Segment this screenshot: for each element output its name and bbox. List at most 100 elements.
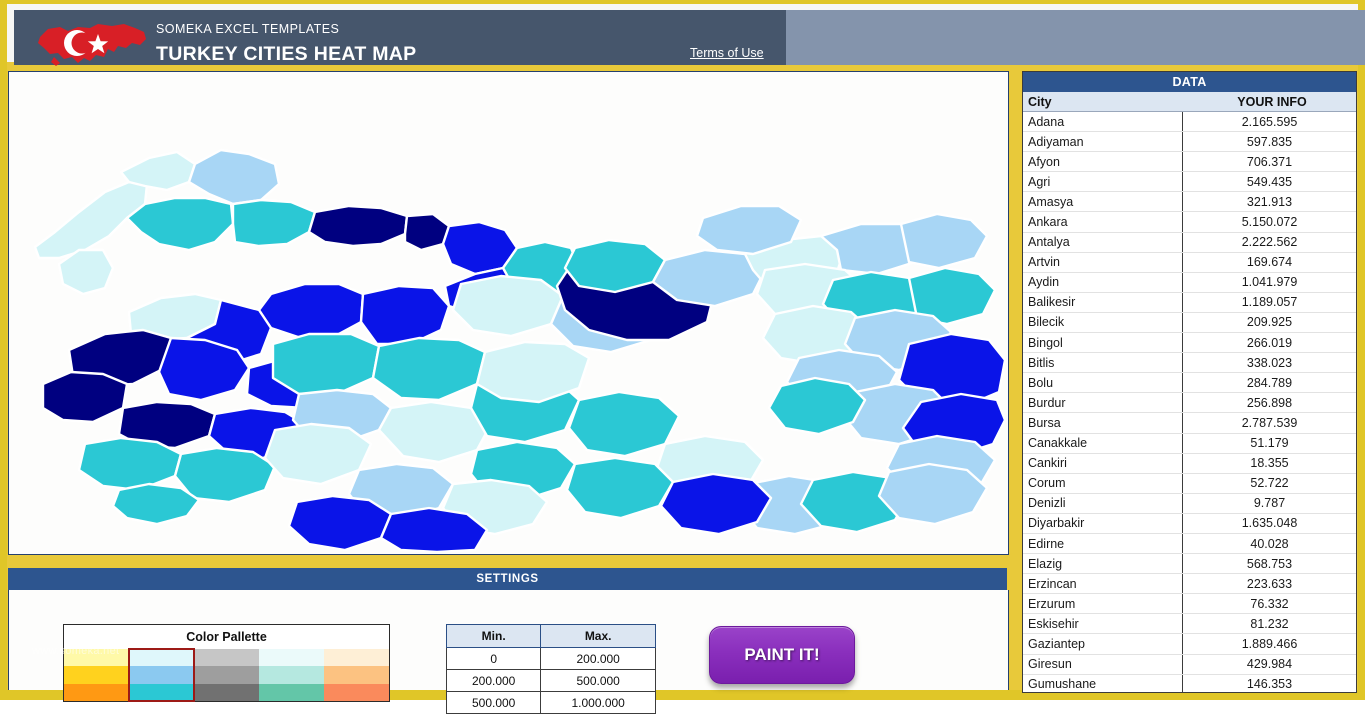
data-rows[interactable]: Adana 2.165.595 Adiyaman 597.835 Afyon 706.37… [1023,112,1356,692]
cell-value[interactable]: 223.633 [1183,574,1356,593]
table-row[interactable]: Antalya 2.222.562 [1023,232,1356,253]
cell-value[interactable]: 146.353 [1183,675,1356,692]
cell-value[interactable]: 568.753 [1183,554,1356,573]
range-row[interactable]: 200.000 500.000 [445,669,656,692]
table-row[interactable]: Denizli 9.787 [1023,493,1356,514]
table-row[interactable]: Erzincan 223.633 [1023,574,1356,595]
palette-swatch-orange[interactable] [324,649,389,701]
range-row[interactable]: 500.000 1.000.000 [445,691,656,714]
cell-city[interactable]: Aydin [1023,272,1183,292]
cell-city[interactable]: Bingol [1023,333,1183,353]
table-row[interactable]: Diyarbakir 1.635.048 [1023,513,1356,534]
cell-value[interactable]: 76.332 [1183,594,1356,613]
swatch-shade[interactable] [259,649,324,667]
paint-it-button[interactable]: PAINT IT! [709,626,855,684]
cell-value[interactable]: 429.984 [1183,655,1356,674]
swatch-shade[interactable] [129,683,194,701]
range-cell[interactable]: 0 [445,647,542,670]
cell-value[interactable]: 1.889.466 [1183,634,1356,653]
table-row[interactable]: Amasya 321.913 [1023,192,1356,213]
cell-value[interactable]: 321.913 [1183,192,1356,211]
cell-city[interactable]: Ankara [1023,212,1183,232]
color-palette[interactable]: Color Pallette [63,624,390,702]
table-row[interactable]: Artvin 169.674 [1023,252,1356,273]
range-cell[interactable]: 500.000 [540,669,656,692]
table-row[interactable]: Canakkale 51.179 [1023,433,1356,454]
table-row[interactable]: Bingol 266.019 [1023,333,1356,354]
cell-value[interactable]: 706.371 [1183,152,1356,171]
table-row[interactable]: Aydin 1.041.979 [1023,272,1356,293]
table-row[interactable]: Corum 52.722 [1023,473,1356,494]
table-row[interactable]: Erzurum 76.332 [1023,594,1356,615]
cell-value[interactable]: 81.232 [1183,614,1356,633]
cell-city[interactable]: Elazig [1023,554,1183,574]
cell-city[interactable]: Erzurum [1023,594,1183,614]
table-row[interactable]: Edirne 40.028 [1023,533,1356,555]
table-row[interactable]: Agri 549.435 [1023,172,1356,193]
cell-value[interactable]: 18.355 [1183,454,1356,473]
terms-of-use-link[interactable]: Terms of Use [690,46,764,60]
cell-city[interactable]: Adiyaman [1023,132,1183,152]
data-panel[interactable]: DATA City YOUR INFO Adana 2.165.595 Adiyam… [1022,71,1357,693]
cell-city[interactable]: Edirne [1023,533,1183,554]
palette-swatch-gray[interactable] [194,649,259,701]
cell-value[interactable]: 9.787 [1183,494,1356,513]
palette-swatch-yellow[interactable] [64,649,129,701]
table-row[interactable]: Eskisehir 81.232 [1023,614,1356,635]
swatch-shade[interactable] [64,649,129,667]
table-row[interactable]: Elazig 568.753 [1023,554,1356,575]
swatch-shade[interactable] [259,666,324,684]
table-row[interactable]: Burdur 256.898 [1023,393,1356,414]
cell-city[interactable]: Denizli [1023,493,1183,513]
table-row[interactable]: Ankara 5.150.072 [1023,212,1356,233]
color-palette-swatches[interactable] [64,648,389,702]
range-cell[interactable]: 500.000 [445,691,542,714]
table-row[interactable]: Gaziantep 1.889.466 [1023,634,1356,655]
cell-value[interactable]: 338.023 [1183,353,1356,372]
cell-city[interactable]: Bitlis [1023,353,1183,373]
table-row[interactable]: Bursa 2.787.539 [1023,413,1356,434]
table-row[interactable]: Giresun 429.984 [1023,654,1356,675]
cell-city[interactable]: Bolu [1023,373,1183,393]
cell-value[interactable]: 169.674 [1183,253,1356,272]
table-row[interactable]: Bolu 284.789 [1023,373,1356,394]
cell-value[interactable]: 2.222.562 [1183,233,1356,252]
cell-city[interactable]: Bilecik [1023,312,1183,333]
table-row[interactable]: Bitlis 338.023 [1023,353,1356,374]
cell-value[interactable]: 209.925 [1183,313,1356,332]
cell-city[interactable]: Amasya [1023,192,1183,212]
range-cell[interactable]: 200.000 [540,647,656,670]
cell-city[interactable]: Giresun [1023,654,1183,674]
cell-city[interactable]: Afyon [1023,152,1183,172]
swatch-shade[interactable] [324,683,389,701]
table-row[interactable]: Balikesir 1.189.057 [1023,292,1356,313]
cell-city[interactable]: Canakkale [1023,433,1183,453]
cell-value[interactable]: 597.835 [1183,132,1356,151]
table-row[interactable]: Bilecik 209.925 [1023,312,1356,334]
swatch-shade[interactable] [129,666,194,684]
cell-city[interactable]: Agri [1023,172,1183,192]
table-row[interactable]: Adiyaman 597.835 [1023,132,1356,153]
cell-value[interactable]: 266.019 [1183,333,1356,352]
cell-value[interactable]: 51.179 [1183,434,1356,453]
cell-value[interactable]: 1.189.057 [1183,293,1356,312]
cell-value[interactable]: 52.722 [1183,474,1356,493]
map-panel[interactable] [8,71,1009,555]
cell-city[interactable]: Gaziantep [1023,634,1183,654]
swatch-shade[interactable] [194,683,259,701]
cell-value[interactable]: 549.435 [1183,172,1356,191]
swatch-shade[interactable] [194,649,259,667]
range-row[interactable]: 0 200.000 [445,647,656,670]
cell-city[interactable]: Adana [1023,112,1183,132]
cell-city[interactable]: Corum [1023,473,1183,493]
swatch-shade[interactable] [194,666,259,684]
swatch-shade[interactable] [64,666,129,684]
cell-city[interactable]: Eskisehir [1023,614,1183,634]
range-cell[interactable]: 1.000.000 [540,691,656,714]
swatch-shade[interactable] [129,649,194,667]
swatch-shade[interactable] [64,683,129,701]
cell-value[interactable]: 284.789 [1183,373,1356,392]
cell-city[interactable]: Burdur [1023,393,1183,413]
cell-city[interactable]: Balikesir [1023,292,1183,312]
table-row[interactable]: Cankiri 18.355 [1023,453,1356,474]
